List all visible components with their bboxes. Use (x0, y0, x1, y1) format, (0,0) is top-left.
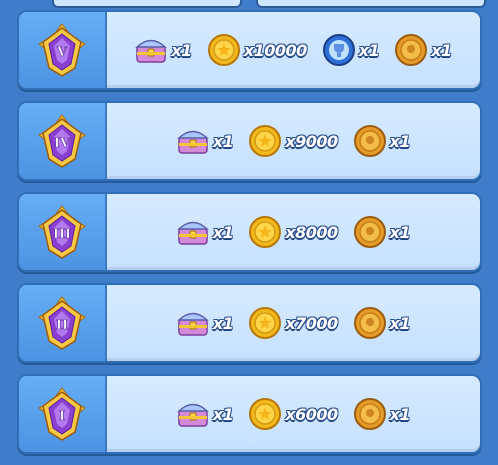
reward-quantity: x7000 (285, 313, 338, 333)
reward-quantity: x8000 (285, 222, 338, 242)
gold-coin-icon (249, 398, 282, 430)
tier-row-4: IV x1 x9000 x1 (17, 101, 482, 181)
reward-list: x1 x9000 x1 (105, 103, 480, 179)
svg-text:II: II (56, 318, 68, 333)
reward-quantity: x1 (212, 222, 234, 242)
reward-item: x1 (175, 396, 234, 432)
reward-quantity: x1 (358, 40, 380, 60)
tier-row-2: II x1 x7000 x1 (17, 283, 482, 363)
gold-coin-icon (249, 216, 282, 248)
top-tab-left[interactable] (52, 0, 242, 8)
treasure-chest-icon (176, 130, 209, 154)
treasure-chest-icon (176, 221, 209, 245)
rank-emblem-icon: IV (38, 114, 86, 168)
rank-emblem-icon: III (38, 205, 86, 259)
reward-item: x1 (321, 32, 380, 68)
rank-badge-cell: V (19, 12, 107, 88)
tier-row-1: I x1 x6000 x1 (17, 374, 482, 454)
rank-badge-cell: IV (19, 103, 107, 179)
reward-quantity: x1 (389, 222, 411, 242)
reward-quantity: x1 (212, 131, 234, 151)
reward-list: x1 x8000 x1 (105, 194, 480, 270)
gold-coin-icon (207, 34, 240, 66)
svg-text:V: V (56, 45, 68, 60)
blue-trophy-token-icon (322, 34, 355, 66)
svg-text:III: III (53, 227, 71, 242)
reward-item: x1 (352, 123, 411, 159)
tier-row-3: III x1 x8000 x1 (17, 192, 482, 272)
reward-quantity: x1 (212, 313, 234, 333)
rank-badge-cell: III (19, 194, 107, 270)
treasure-chest-icon (176, 403, 209, 427)
reward-item: x9000 (247, 123, 338, 159)
reward-item: x1 (175, 123, 234, 159)
treasure-chest-icon (135, 39, 168, 63)
reward-item: x1 (393, 32, 452, 68)
reward-quantity: x10000 (243, 40, 307, 60)
bronze-medal-token-icon (353, 216, 386, 248)
bronze-medal-token-icon (353, 125, 386, 157)
gold-coin-icon (249, 307, 282, 339)
reward-quantity: x6000 (285, 404, 338, 424)
reward-list: x1 x7000 x1 (105, 285, 480, 361)
reward-quantity: x1 (431, 40, 452, 60)
top-tabs (0, 0, 498, 8)
svg-text:IV: IV (54, 136, 71, 151)
reward-item: x1 (352, 214, 411, 250)
reward-item: x1 (352, 396, 411, 432)
reward-quantity: x1 (212, 404, 234, 424)
reward-quantity: x9000 (285, 131, 338, 151)
tier-reward-list: V x1 x10000 x1 x1 IV x1 x9000 x1 III x1 … (17, 10, 482, 465)
reward-item: x1 (352, 305, 411, 341)
reward-quantity: x1 (389, 404, 411, 424)
rank-emblem-icon: I (38, 387, 86, 441)
reward-item: x10000 (206, 32, 307, 68)
rank-emblem-icon: II (38, 296, 86, 350)
rank-badge-cell: II (19, 285, 107, 361)
reward-item: x1 (175, 305, 234, 341)
bronze-medal-token-icon (353, 307, 386, 339)
reward-item: x6000 (247, 396, 338, 432)
reward-quantity: x1 (171, 40, 192, 60)
reward-item: x1 (175, 214, 234, 250)
gold-coin-icon (249, 125, 282, 157)
reward-list: x1 x10000 x1 x1 (105, 12, 480, 88)
reward-item: x8000 (247, 214, 338, 250)
reward-quantity: x1 (389, 131, 411, 151)
tier-row-5: V x1 x10000 x1 x1 (17, 10, 482, 90)
svg-text:I: I (59, 409, 65, 424)
rank-emblem-icon: V (38, 23, 86, 77)
reward-item: x1 (133, 32, 192, 68)
reward-quantity: x1 (389, 313, 411, 333)
reward-item: x7000 (247, 305, 338, 341)
bronze-medal-token-icon (353, 398, 386, 430)
treasure-chest-icon (176, 312, 209, 336)
bronze-medal-token-icon (395, 34, 428, 66)
top-tab-right[interactable] (256, 0, 486, 8)
